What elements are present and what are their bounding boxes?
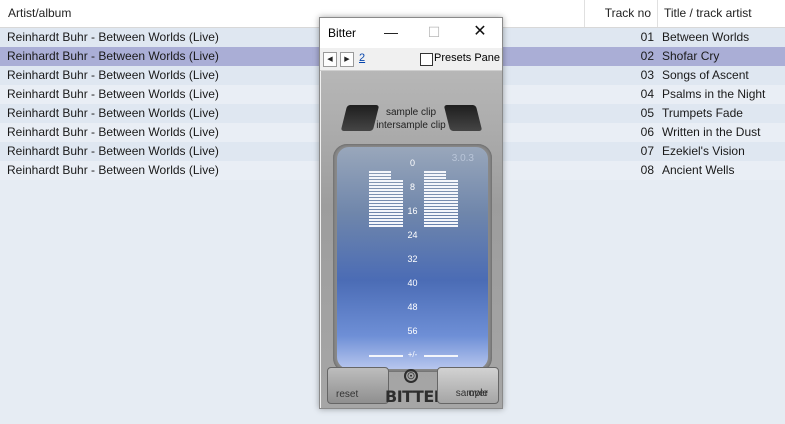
meter-bar-right xyxy=(424,195,458,197)
cell-title: Shofar Cry xyxy=(662,49,720,63)
cell-artist: Reinhardt Buhr - Between Worlds (Live) xyxy=(7,68,219,82)
meter-bar-left xyxy=(369,219,403,221)
preset-number-link[interactable]: 2 xyxy=(359,52,365,64)
intersample-clip-label: intersample clip xyxy=(376,120,446,131)
meter-bar-left xyxy=(369,222,403,224)
cell-track-no: 04 xyxy=(640,87,654,101)
meter-bar-right xyxy=(424,222,458,224)
bit-meter: 3.0.3 +/- 0 8 16 24 32 40 48 56 xyxy=(337,147,488,369)
meter-bar-right xyxy=(424,207,458,209)
prev-preset-icon[interactable]: ◀ xyxy=(323,52,337,67)
meter-bar-right xyxy=(424,201,458,203)
cell-title: Between Worlds xyxy=(662,30,750,44)
oversample-button[interactable]: over sample xyxy=(437,367,499,404)
presets-pane-label[interactable]: Presets Pane xyxy=(434,52,500,64)
meter-scale-label: 48 xyxy=(407,302,418,312)
reset-button[interactable]: reset xyxy=(327,367,389,404)
cell-track-no: 06 xyxy=(640,125,654,139)
minimize-icon[interactable]: — xyxy=(376,18,406,48)
meter-scale-label: 32 xyxy=(407,254,418,264)
cell-track-no: 02 xyxy=(640,49,654,63)
cell-artist: Reinhardt Buhr - Between Worlds (Live) xyxy=(7,106,219,120)
cell-track-no: 01 xyxy=(640,30,654,44)
meter-bar-right xyxy=(424,198,458,200)
meter-bar-right xyxy=(424,174,446,176)
meter-bar-left xyxy=(369,177,391,179)
next-preset-icon[interactable]: ▶ xyxy=(340,52,354,67)
cell-title: Written in the Dust xyxy=(662,125,761,139)
cell-title: Ancient Wells xyxy=(662,163,735,177)
meter-scale-label: 16 xyxy=(407,206,418,216)
meter-bar-left xyxy=(369,207,403,209)
window-titlebar[interactable]: Bitter — ☐ ✕ xyxy=(320,18,502,48)
meter-bar-right xyxy=(424,210,458,212)
cell-title: Songs of Ascent xyxy=(662,68,749,82)
cell-artist: Reinhardt Buhr - Between Worlds (Live) xyxy=(7,163,219,177)
close-icon[interactable]: ✕ xyxy=(465,18,495,48)
cell-artist: Reinhardt Buhr - Between Worlds (Live) xyxy=(7,144,219,158)
bitter-plugin-window: Bitter — ☐ ✕ ◀ ▶ 2 Presets Pane sample c… xyxy=(319,17,503,409)
bitter-logo-icon: ☉ xyxy=(404,369,418,383)
meter-bar-left xyxy=(369,189,403,191)
meter-bar-right xyxy=(424,216,458,218)
cell-artist: Reinhardt Buhr - Between Worlds (Live) xyxy=(7,87,219,101)
meter-scale-label: 56 xyxy=(407,326,418,336)
plus-minus-label: +/- xyxy=(407,350,418,359)
meter-bar-right xyxy=(424,189,458,191)
meter-scale-label: 8 xyxy=(409,182,415,192)
meter-bar-left xyxy=(369,213,403,215)
meter-bar-right xyxy=(424,192,458,194)
cell-track-no: 05 xyxy=(640,106,654,120)
meter-bar-left xyxy=(369,216,403,218)
cell-artist: Reinhardt Buhr - Between Worlds (Live) xyxy=(7,30,219,44)
cell-track-no: 07 xyxy=(640,144,654,158)
cell-track-no: 08 xyxy=(640,163,654,177)
sample-label: sample xyxy=(455,388,488,399)
presets-pane-checkbox[interactable] xyxy=(420,53,433,66)
meter-scale-label: 24 xyxy=(407,230,418,240)
cell-track-no: 03 xyxy=(640,68,654,82)
meter-bar-right xyxy=(424,171,446,173)
meter-bar-left xyxy=(369,198,403,200)
preset-toolbar: ◀ ▶ 2 Presets Pane xyxy=(320,48,502,71)
reset-label: reset xyxy=(336,389,359,400)
meter-bar-left xyxy=(369,225,403,227)
meter-bar-right xyxy=(424,213,458,215)
meter-bar-left xyxy=(369,174,391,176)
cell-title: Ezekiel's Vision xyxy=(662,144,745,158)
maximize-icon[interactable]: ☐ xyxy=(419,18,449,48)
cell-artist: Reinhardt Buhr - Between Worlds (Live) xyxy=(7,125,219,139)
meter-bar-left xyxy=(369,186,403,188)
meter-bar-left xyxy=(369,201,403,203)
meter-bar-left xyxy=(369,210,403,212)
meter-bar-left xyxy=(369,195,403,197)
cell-title: Psalms in the Night xyxy=(662,87,766,101)
meter-bar-left xyxy=(369,204,403,206)
plugin-panel: sample clip intersample clip 3.0.3 +/- 0… xyxy=(321,71,502,408)
column-header-track-no[interactable]: Track no xyxy=(585,0,658,27)
meter-bar-right xyxy=(424,180,458,182)
meter-bar-right xyxy=(424,225,458,227)
meter-bar-left xyxy=(369,171,391,173)
sample-clip-label: sample clip xyxy=(385,107,437,118)
meter-bar-right xyxy=(424,204,458,206)
bitter-logo: BITTER xyxy=(385,387,446,406)
meter-scale-label: 0 xyxy=(409,158,415,168)
meter-bar-right xyxy=(424,186,458,188)
window-title: Bitter xyxy=(328,26,357,40)
meter-scale-label: 40 xyxy=(407,278,418,288)
meter-bar-left xyxy=(369,180,403,182)
column-header-title[interactable]: Title / track artist xyxy=(658,0,785,27)
meter-bar-left xyxy=(369,183,403,185)
meter-bar-right xyxy=(424,177,446,179)
cell-title: Trumpets Fade xyxy=(662,106,743,120)
meter-bar-right xyxy=(424,183,458,185)
meter-bar-right xyxy=(424,219,458,221)
meter-bar-left xyxy=(369,192,403,194)
cell-artist: Reinhardt Buhr - Between Worlds (Live) xyxy=(7,49,219,63)
